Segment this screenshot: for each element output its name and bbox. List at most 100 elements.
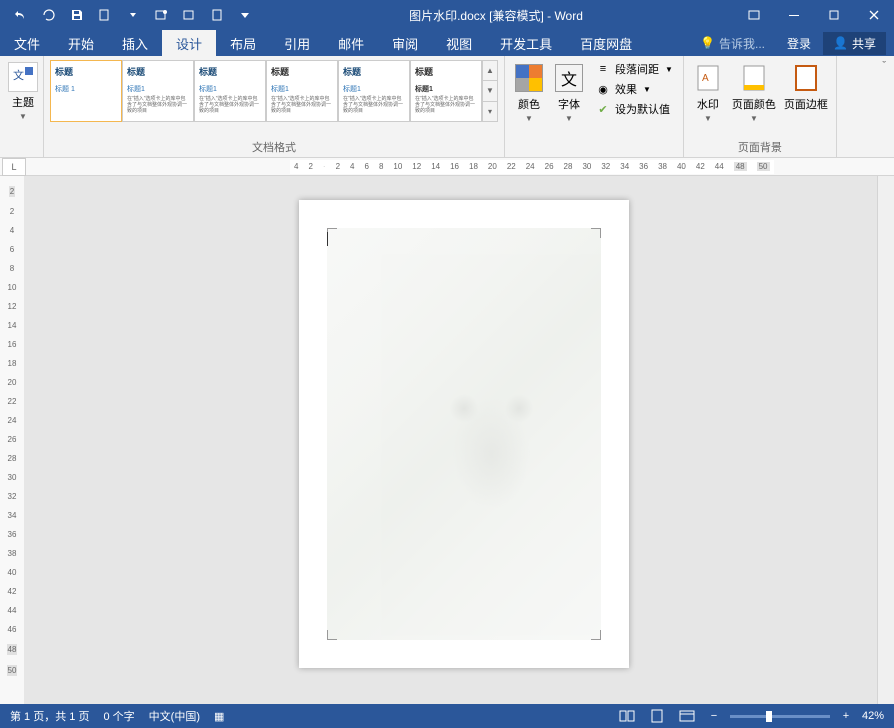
fonts-button[interactable]: 文 字体 ▼ xyxy=(551,60,587,125)
login-button[interactable]: 登录 xyxy=(779,35,819,52)
spacing-icon: ≡ xyxy=(595,61,611,77)
margin-mark-bl xyxy=(327,630,337,640)
zoom-out-button[interactable]: − xyxy=(706,710,722,722)
tab-home[interactable]: 开始 xyxy=(54,30,108,56)
margin-mark-br xyxy=(591,630,601,640)
ribbon: 文 主题 ▼ 标题标题 1 标题标题1在"插入"选项卡上的库中包含了与文档整体外… xyxy=(0,56,894,158)
gallery-up-button[interactable]: ▲ xyxy=(483,61,497,81)
ribbon-options-button[interactable] xyxy=(734,0,774,30)
tab-view[interactable]: 视图 xyxy=(432,30,486,56)
web-layout-button[interactable] xyxy=(676,706,698,726)
tab-layout[interactable]: 布局 xyxy=(216,30,270,56)
themes-label: 主题 xyxy=(12,94,34,110)
chevron-down-icon: ▼ xyxy=(704,114,712,123)
tab-insert[interactable]: 插入 xyxy=(108,30,162,56)
scrollbar-vertical[interactable] xyxy=(877,176,894,704)
style-thumb-3[interactable]: 标题标题1在"插入"选项卡上的库中包含了与文档整体外观协调一致的项目 xyxy=(194,60,266,122)
tab-design[interactable]: 设计 xyxy=(162,30,216,56)
page-color-button[interactable]: 页面颜色 ▼ xyxy=(730,60,778,125)
person-icon: 👤 xyxy=(833,36,848,50)
tab-mailings[interactable]: 邮件 xyxy=(324,30,378,56)
chevron-down-icon: ▼ xyxy=(665,65,673,74)
language[interactable]: 中文(中国) xyxy=(149,708,200,724)
ruler-horizontal[interactable]: L 42 · 246810121416182022242628303234363… xyxy=(0,158,894,176)
document-area: 2 24681012141618202224262830323436384042… xyxy=(0,176,894,704)
set-default-button[interactable]: ✔设为默认值 xyxy=(591,100,677,118)
themes-button[interactable]: 文 主题 ▼ xyxy=(6,60,40,123)
tell-me-label: 告诉我... xyxy=(719,35,765,52)
style-gallery[interactable]: 标题标题 1 标题标题1在"插入"选项卡上的库中包含了与文档整体外观协调一致的项… xyxy=(50,60,498,122)
chevron-down-icon: ▼ xyxy=(525,114,533,123)
page-color-icon xyxy=(738,62,770,94)
page-bg-label: 页面背景 xyxy=(690,137,830,155)
qat-button-4[interactable] xyxy=(204,2,230,28)
page[interactable] xyxy=(299,200,629,668)
doc-format-label: 文档格式 xyxy=(50,137,498,155)
lightbulb-icon: 💡 xyxy=(700,36,715,50)
tab-selector[interactable]: L xyxy=(2,158,26,176)
document-canvas[interactable] xyxy=(24,176,877,704)
statusbar: 第 1 页，共 1 页 0 个字 中文(中国) ▦ − + 42% xyxy=(0,704,894,728)
tab-file[interactable]: 文件 xyxy=(0,30,54,56)
chevron-down-icon: ▼ xyxy=(565,114,573,123)
style-thumb-4[interactable]: 标题标题1在"插入"选项卡上的库中包含了与文档整体外观协调一致的项目 xyxy=(266,60,338,122)
margin-mark-tr xyxy=(591,228,601,238)
print-layout-button[interactable] xyxy=(646,706,668,726)
margin-mark-tl xyxy=(327,228,337,238)
zoom-thumb[interactable] xyxy=(766,711,772,722)
ruler-h-track: 42 · 24681012141618202224262830323436384… xyxy=(290,160,774,174)
watermark-button[interactable]: A 水印 ▼ xyxy=(690,60,726,125)
qat-button-1[interactable] xyxy=(92,2,118,28)
redo-button[interactable] xyxy=(36,2,62,28)
page-border-icon xyxy=(790,62,822,94)
tab-baidu[interactable]: 百度网盘 xyxy=(566,30,646,56)
qat-customize[interactable] xyxy=(232,2,258,28)
undo-button[interactable] xyxy=(8,2,34,28)
ruler-vertical[interactable]: 2 24681012141618202224262830323436384042… xyxy=(0,176,24,704)
svg-text:文: 文 xyxy=(13,68,24,82)
minimize-button[interactable] xyxy=(774,0,814,30)
window-title: 图片水印.docx [兼容模式] - Word xyxy=(258,7,734,24)
word-count[interactable]: 0 个字 xyxy=(103,708,134,724)
macro-icon[interactable]: ▦ xyxy=(214,710,224,723)
tab-review[interactable]: 审阅 xyxy=(378,30,432,56)
colors-button[interactable]: 颜色 ▼ xyxy=(511,60,547,125)
style-thumb-5[interactable]: 标题标题1在"插入"选项卡上的库中包含了与文档整体外观协调一致的项目 xyxy=(338,60,410,122)
page-border-button[interactable]: 页面边框 xyxy=(782,60,830,114)
zoom-slider[interactable] xyxy=(730,715,830,718)
chevron-down-icon: ▼ xyxy=(19,112,27,121)
fonts-icon: 文 xyxy=(553,62,585,94)
qat-button-2[interactable] xyxy=(148,2,174,28)
chevron-down-icon: ▼ xyxy=(750,114,758,123)
gallery-more-button[interactable]: ▾ xyxy=(483,102,497,121)
style-thumb-6[interactable]: 标题标题1在"插入"选项卡上的库中包含了与文档整体外观协调一致的项目 xyxy=(410,60,482,122)
close-button[interactable] xyxy=(854,0,894,30)
check-icon: ✔ xyxy=(595,101,611,117)
effects-icon: ◉ xyxy=(595,81,611,97)
titlebar: 图片水印.docx [兼容模式] - Word xyxy=(0,0,894,30)
save-button[interactable] xyxy=(64,2,90,28)
read-mode-button[interactable] xyxy=(616,706,638,726)
maximize-button[interactable] xyxy=(814,0,854,30)
colors-icon xyxy=(513,62,545,94)
collapse-ribbon-button[interactable]: ˇ xyxy=(882,60,886,72)
tell-me-search[interactable]: 💡 告诉我... xyxy=(690,35,775,52)
page-count[interactable]: 第 1 页，共 1 页 xyxy=(10,708,89,724)
zoom-level[interactable]: 42% xyxy=(862,710,884,722)
qat-button-3[interactable] xyxy=(176,2,202,28)
style-thumb-2[interactable]: 标题标题1在"插入"选项卡上的库中包含了与文档整体外观协调一致的项目 xyxy=(122,60,194,122)
ribbon-tabs: 文件 开始 插入 设计 布局 引用 邮件 审阅 视图 开发工具 百度网盘 💡 告… xyxy=(0,30,894,56)
share-button[interactable]: 👤 共享 xyxy=(823,32,886,55)
zoom-in-button[interactable]: + xyxy=(838,710,854,722)
svg-text:A: A xyxy=(702,73,709,84)
paragraph-spacing-button[interactable]: ≡段落间距▼ xyxy=(591,60,677,78)
qat-dropdown-1[interactable] xyxy=(120,2,146,28)
tab-references[interactable]: 引用 xyxy=(270,30,324,56)
effects-button[interactable]: ◉效果▼ xyxy=(591,80,677,98)
style-thumb-1[interactable]: 标题标题 1 xyxy=(50,60,122,122)
text-cursor xyxy=(327,232,328,246)
gallery-down-button[interactable]: ▼ xyxy=(483,81,497,101)
watermark-icon: A xyxy=(692,62,724,94)
themes-icon: 文 xyxy=(8,62,38,92)
tab-developer[interactable]: 开发工具 xyxy=(486,30,566,56)
